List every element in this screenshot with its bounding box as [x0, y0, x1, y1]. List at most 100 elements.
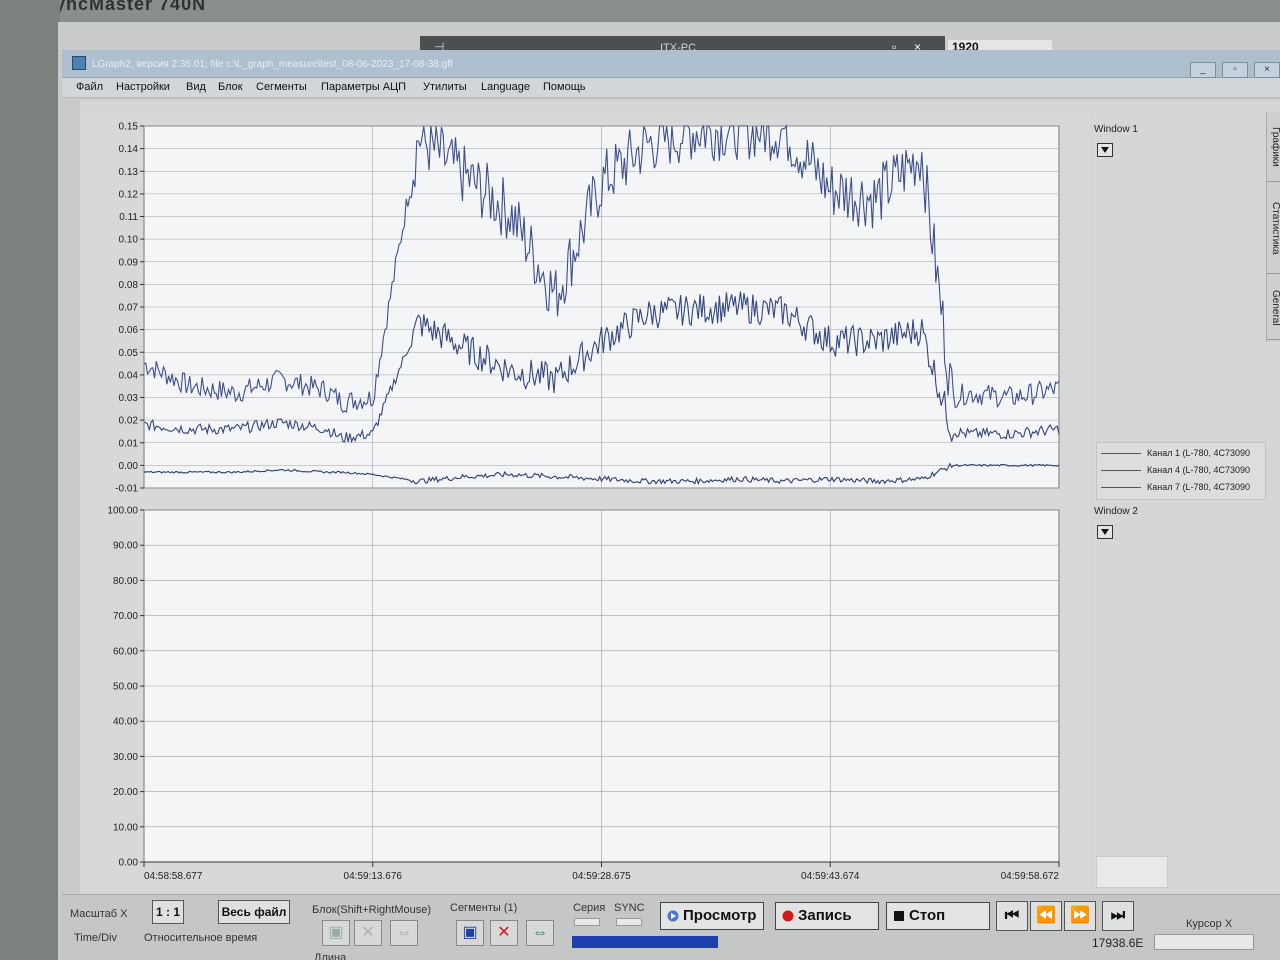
- skip-end-icon[interactable]: ⏭: [1102, 901, 1134, 931]
- block-save-icon[interactable]: ▣: [322, 920, 350, 946]
- y-tick-label: 100.00: [107, 506, 138, 517]
- play-icon: [667, 910, 679, 922]
- side-tabs: Графики Статистика General: [1266, 112, 1280, 342]
- tab-graphs[interactable]: Графики: [1267, 112, 1280, 182]
- stop-button[interactable]: Стоп: [886, 902, 990, 930]
- x-tick-label: 04:59:58.672: [1001, 871, 1060, 882]
- relative-time-option[interactable]: Относительное время: [144, 932, 257, 944]
- menu-block[interactable]: Блок: [218, 81, 243, 93]
- tab-general[interactable]: General: [1267, 276, 1280, 340]
- menu-adc-params[interactable]: Параметры АЦП: [321, 81, 406, 93]
- y-tick-label: 0.00: [119, 461, 139, 472]
- series-label: Серия: [573, 902, 606, 914]
- window-2-dropdown-icon[interactable]: [1097, 525, 1113, 539]
- length-label: Длина: [314, 952, 347, 960]
- y-tick-label: 0.00: [119, 858, 139, 869]
- record-button[interactable]: Запись: [775, 902, 879, 930]
- whole-file-button[interactable]: Весь файл: [218, 900, 290, 924]
- cursor-x-label: Курсор X: [1186, 918, 1233, 930]
- y-tick-label: 0.09: [119, 257, 139, 268]
- menu-help[interactable]: Помощь: [543, 81, 586, 93]
- y-tick-label: 0.05: [119, 348, 139, 359]
- y-tick-label: 90.00: [113, 541, 138, 552]
- monitor-brand: SyncMaster 740N: [42, 0, 207, 14]
- timediv-label: Time/Div: [74, 932, 117, 944]
- x-tick-label: 04:59:28.675: [572, 871, 631, 882]
- window-1-dropdown-icon[interactable]: [1097, 143, 1113, 157]
- y-tick-label: 0.12: [119, 189, 139, 200]
- sync-label: SYNC: [614, 902, 645, 914]
- window-title: LGraph2, версия 2.36.01; file c:\L_graph…: [92, 59, 453, 70]
- y-tick-label: 40.00: [113, 717, 138, 728]
- segment-fit-icon[interactable]: ⇔: [526, 920, 554, 946]
- y-tick-label: 0.07: [119, 303, 139, 314]
- y-tick-label: 0.14: [119, 144, 139, 155]
- y-tick-label: 0.13: [119, 167, 139, 178]
- y-tick-label: 0.03: [119, 393, 139, 404]
- window-1-plot[interactable]: 0.15 0.14 0.13 0.12 0.11 0.10 0.09 0.08 0.07 0.06…: [115, 122, 1060, 495]
- legend-label: Канал 1 (L-780, 4C73090: [1147, 448, 1251, 458]
- stop-icon: [894, 911, 904, 921]
- progress-bar: [572, 936, 718, 948]
- y-tick-label: 60.00: [113, 646, 138, 657]
- y-tick-label: 0.11: [119, 212, 138, 223]
- y-tick-label: 0.10: [119, 235, 139, 246]
- menu-utilities[interactable]: Утилиты: [423, 81, 467, 93]
- y-tick-label: 0.04: [119, 370, 139, 381]
- legend-label: Канал 7 (L-780, 4C73090: [1147, 482, 1251, 492]
- window-1-label: Window 1: [1094, 124, 1138, 135]
- y-tick-label: 0.15: [119, 122, 139, 133]
- plot-area[interactable]: 0.15 0.14 0.13 0.12 0.11 0.10 0.09 0.08 0.07 0.06…: [84, 112, 1094, 888]
- cursor-x-field[interactable]: [1154, 934, 1254, 950]
- close-button[interactable]: ×: [1254, 62, 1280, 78]
- record-icon: [782, 910, 794, 922]
- app-icon: [72, 56, 86, 70]
- skip-start-icon[interactable]: ⏮: [996, 901, 1028, 931]
- x-tick-label: 04:59:13.676: [344, 871, 403, 882]
- legend: Канал 1 (L-780, 4C73090 Канал 4 (L-780, …: [1096, 442, 1266, 500]
- segment-save-icon[interactable]: ▣: [456, 920, 484, 946]
- y-tick-label: 50.00: [113, 682, 138, 693]
- segments-label: Сегменты (1): [450, 902, 518, 914]
- legend-item-channel-4: Канал 4 (L-780, 4C73090: [1101, 465, 1250, 475]
- segment-delete-icon[interactable]: ✕: [490, 920, 518, 946]
- legend-line-icon: [1101, 453, 1141, 455]
- legend-line-icon: [1101, 470, 1141, 472]
- y-tick-label: 0.06: [119, 325, 139, 336]
- x-tick-label: 04:59:43.674: [801, 871, 860, 882]
- y-tick-label: 0.01: [119, 438, 139, 449]
- minimize-button[interactable]: _: [1190, 62, 1216, 78]
- app-titlebar: LGraph2, версия 2.36.01; file c:\L_graph…: [62, 50, 1280, 78]
- menu-language[interactable]: Language: [481, 81, 530, 93]
- window-2-plot[interactable]: 100.00 90.00 80.00 70.00 60.00 50.00 40.00 30.0…: [107, 506, 1060, 869]
- rewind-icon[interactable]: ⏪: [1030, 901, 1062, 931]
- legend-item-channel-7: Канал 7 (L-780, 4C73090: [1101, 482, 1250, 492]
- record-button-label: Запись: [798, 907, 852, 924]
- menu-settings[interactable]: Настройки: [116, 81, 170, 93]
- y-tick-label: 80.00: [113, 576, 138, 587]
- legend-label: Канал 4 (L-780, 4C73090: [1147, 465, 1251, 475]
- menu-view[interactable]: Вид: [186, 81, 206, 93]
- series-indicator: [574, 918, 600, 926]
- menu-file[interactable]: Файл: [76, 81, 103, 93]
- y-tick-label: 20.00: [113, 787, 138, 798]
- cursor-x-value: 17938.6E: [1092, 936, 1144, 950]
- view-button[interactable]: Просмотр: [660, 902, 764, 930]
- tab-statistics[interactable]: Статистика: [1267, 184, 1280, 274]
- scale-x-label: Масштаб X: [70, 908, 128, 920]
- y-tick-label: -0.01: [115, 484, 138, 495]
- block-fit-icon[interactable]: ⇔: [390, 920, 418, 946]
- y-tick-label: 70.00: [113, 611, 138, 622]
- menu-segments[interactable]: Сегменты: [256, 81, 307, 93]
- y-tick-label: 10.00: [113, 822, 138, 833]
- stop-button-label: Стоп: [909, 907, 946, 924]
- y-tick-label: 0.08: [119, 280, 139, 291]
- monitor-bezel-left: [0, 0, 60, 960]
- block-delete-icon[interactable]: ✕: [354, 920, 382, 946]
- maximize-button[interactable]: ▫: [1222, 62, 1248, 78]
- scale-1-1-button[interactable]: 1 : 1: [152, 900, 184, 924]
- fast-forward-icon[interactable]: ⏩: [1064, 901, 1096, 931]
- empty-panel: [1096, 856, 1168, 888]
- monitor-bezel: SyncMaster 740N: [0, 0, 1280, 24]
- menu-bar: Файл Настройки Вид Блок Сегменты Парамет…: [62, 78, 1280, 98]
